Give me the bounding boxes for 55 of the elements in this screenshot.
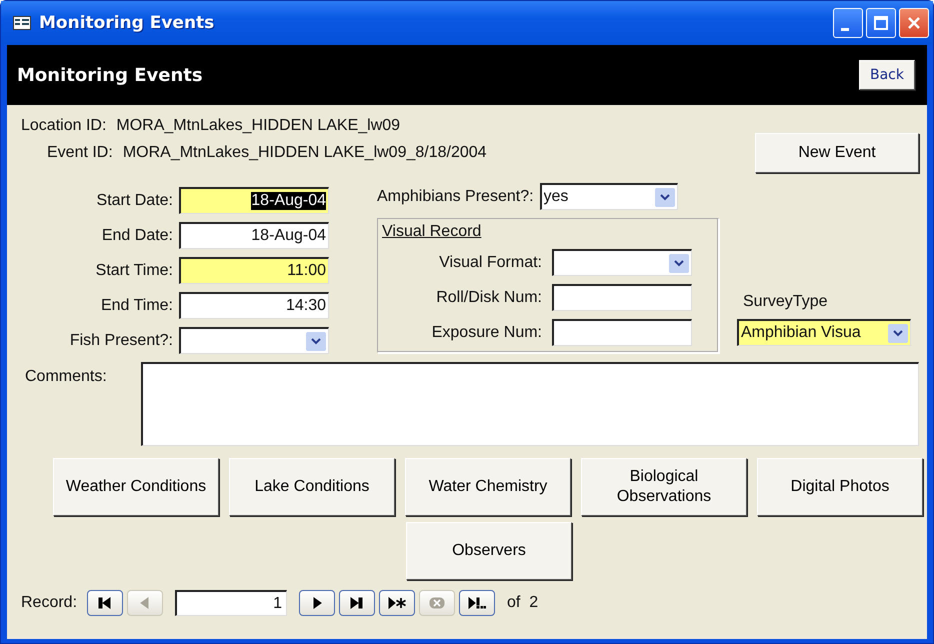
- field-label: End Date:: [100, 226, 173, 244]
- navigation-button[interactable]: [379, 590, 416, 616]
- field-label: Location ID:: [21, 117, 106, 135]
- field-label: Start Date:: [96, 192, 173, 210]
- close-button[interactable]: [899, 8, 929, 38]
- navigation-button[interactable]: [339, 590, 376, 616]
- form-button[interactable]: Digital Photos: [757, 458, 923, 516]
- input-field[interactable]: 14:30: [179, 292, 329, 319]
- maximize-button[interactable]: [866, 8, 896, 38]
- comments-field[interactable]: [141, 362, 919, 446]
- record-count: of 2: [507, 594, 538, 612]
- field-label: Roll/Disk Num:: [435, 288, 542, 306]
- close-icon: [907, 16, 921, 30]
- new-event-button[interactable]: New Event: [755, 133, 919, 173]
- observers-button[interactable]: Observers: [406, 522, 572, 580]
- field-label: Visual Format:: [438, 254, 542, 272]
- field-label: Start Time:: [94, 262, 173, 280]
- dropdown-field[interactable]: yes: [540, 183, 678, 210]
- location-id-value: MORA_MtnLakes_HIDDEN LAKE_lw09: [116, 117, 400, 135]
- input-field[interactable]: 11:00: [179, 257, 329, 284]
- form-icon: [13, 16, 31, 30]
- event-id-value: MORA_MtnLakes_HIDDEN LAKE_lw09_8/18/2004: [122, 144, 487, 162]
- input-field[interactable]: [552, 319, 692, 346]
- dropdown-field[interactable]: [552, 249, 692, 276]
- form-button[interactable]: Weather Conditions: [53, 458, 219, 516]
- navigation-button[interactable]: [459, 590, 496, 616]
- delete-record-icon: [428, 595, 446, 611]
- form-title: Monitoring Events: [17, 64, 203, 86]
- field-label: Event ID:: [47, 144, 113, 162]
- dropdown-field[interactable]: [179, 327, 329, 354]
- input-field[interactable]: [552, 284, 692, 311]
- goto-record-icon: [468, 595, 486, 611]
- group-title: Visual Record: [382, 223, 482, 241]
- minimize-icon: [841, 28, 849, 30]
- field-label: Exposure Num:: [430, 324, 542, 342]
- form-button[interactable]: Water Chemistry: [405, 458, 571, 516]
- minimize-button[interactable]: [833, 8, 863, 38]
- form-button[interactable]: Biological Observations: [581, 458, 747, 516]
- navigation-button[interactable]: [299, 590, 336, 616]
- new-record-icon: [388, 595, 406, 611]
- maximize-icon: [874, 16, 888, 30]
- field-label: Comments:: [25, 367, 108, 387]
- field-label: SurveyType: [742, 293, 828, 311]
- dropdown-field[interactable]: Amphibian Visua: [737, 319, 911, 346]
- navigation-button[interactable]: [87, 590, 124, 616]
- record-label: Record:: [21, 594, 78, 612]
- field-label: Amphibians Present?:: [377, 188, 534, 206]
- form-button[interactable]: Lake Conditions: [229, 458, 395, 516]
- back-button[interactable]: Back: [859, 60, 915, 90]
- field-label: Fish Present?:: [68, 332, 173, 350]
- field-label: End Time:: [100, 296, 173, 314]
- input-field[interactable]: 18-Aug-04: [179, 187, 329, 214]
- record-number-field[interactable]: 1: [175, 590, 288, 616]
- input-field[interactable]: 18-Aug-04: [179, 222, 329, 249]
- window-title: Monitoring Events: [39, 13, 216, 33]
